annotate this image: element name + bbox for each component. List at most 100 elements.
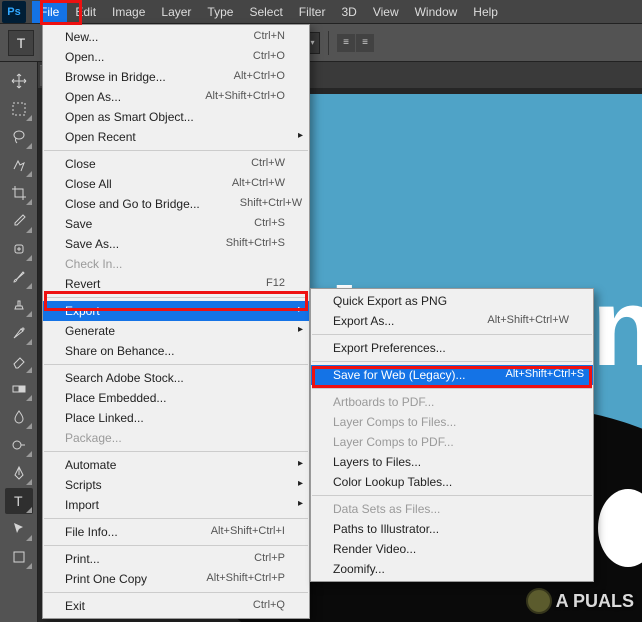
watermark-badge-icon <box>526 588 552 614</box>
gradient-tool[interactable] <box>5 376 33 402</box>
menu-item[interactable]: Zoomify... <box>311 559 593 579</box>
menu-item[interactable]: Search Adobe Stock... <box>43 368 309 388</box>
eraser-tool[interactable] <box>5 348 33 374</box>
menu-item[interactable]: Quick Export as PNG <box>311 291 593 311</box>
watermark-text: A PUALS <box>556 591 634 612</box>
menu-item-shortcut: Ctrl+Q <box>253 599 285 613</box>
blur-tool[interactable] <box>5 404 33 430</box>
menu-item-label: Search Adobe Stock... <box>65 371 184 385</box>
menu-item[interactable]: New...Ctrl+N <box>43 27 309 47</box>
menu-layer[interactable]: Layer <box>153 1 199 23</box>
menu-item[interactable]: Scripts <box>43 475 309 495</box>
rectangle-tool[interactable] <box>5 544 33 570</box>
menu-image[interactable]: Image <box>104 1 153 23</box>
brush-tool[interactable] <box>5 264 33 290</box>
menu-item-label: Quick Export as PNG <box>333 294 447 308</box>
menu-item-shortcut: Ctrl+S <box>254 217 285 231</box>
menu-item-shortcut: Alt+Ctrl+W <box>232 177 285 191</box>
menu-item-label: Export As... <box>333 314 394 328</box>
menu-item-shortcut: F12 <box>266 277 285 291</box>
menu-item[interactable]: SaveCtrl+S <box>43 214 309 234</box>
menu-item[interactable]: Open as Smart Object... <box>43 107 309 127</box>
menu-item-label: Place Linked... <box>65 411 144 425</box>
menu-item[interactable]: Share on Behance... <box>43 341 309 361</box>
menu-file[interactable]: File <box>32 1 67 23</box>
menu-item[interactable]: Revert F12 <box>43 274 309 294</box>
menu-item[interactable]: Place Linked... <box>43 408 309 428</box>
quick-select-tool[interactable] <box>5 152 33 178</box>
menu-item-label: Revert <box>65 277 100 291</box>
menu-item-label: New... <box>65 30 98 44</box>
align-center-button[interactable]: ≡ <box>356 34 374 52</box>
menu-item: Layer Comps to PDF... <box>311 432 593 452</box>
menu-filter[interactable]: Filter <box>291 1 334 23</box>
menu-item: Layer Comps to Files... <box>311 412 593 432</box>
menu-item-label: Print One Copy <box>65 572 147 586</box>
menu-item[interactable]: Import <box>43 495 309 515</box>
menu-item-label: Open As... <box>65 90 121 104</box>
menu-item-shortcut: Shift+Ctrl+S <box>226 237 285 251</box>
menu-item-label: Close <box>65 157 96 171</box>
menu-item[interactable]: Layers to Files... <box>311 452 593 472</box>
menu-item[interactable]: Browse in Bridge...Alt+Ctrl+O <box>43 67 309 87</box>
crop-tool[interactable] <box>5 180 33 206</box>
menu-item[interactable]: Export Preferences... <box>311 338 593 358</box>
eyedropper-tool[interactable] <box>5 208 33 234</box>
menu-item[interactable]: Paths to Illustrator... <box>311 519 593 539</box>
menu-item[interactable]: Close All Alt+Ctrl+W <box>43 174 309 194</box>
menu-item[interactable]: Open...Ctrl+O <box>43 47 309 67</box>
menu-item[interactable]: Place Embedded... <box>43 388 309 408</box>
menu-type[interactable]: Type <box>199 1 241 23</box>
tool-preset-picker[interactable]: T <box>8 30 34 56</box>
menu-item[interactable]: Export <box>43 301 309 321</box>
menu-item-label: Print... <box>65 552 100 566</box>
move-tool[interactable] <box>5 68 33 94</box>
menu-view[interactable]: View <box>365 1 407 23</box>
tools-panel: T <box>0 62 38 622</box>
menu-item-shortcut: Alt+Shift+Ctrl+O <box>205 90 285 104</box>
menu-item[interactable]: Print...Ctrl+P <box>43 549 309 569</box>
menu-item-label: Import <box>65 498 99 512</box>
menu-item[interactable]: Print One CopyAlt+Shift+Ctrl+P <box>43 569 309 589</box>
align-left-button[interactable]: ≡ <box>337 34 355 52</box>
healing-brush-tool[interactable] <box>5 236 33 262</box>
menu-item[interactable]: Export As...Alt+Shift+Ctrl+W <box>311 311 593 331</box>
pen-tool[interactable] <box>5 460 33 486</box>
menu-item[interactable]: Save As...Shift+Ctrl+S <box>43 234 309 254</box>
menu-item: Package... <box>43 428 309 448</box>
menu-item[interactable]: Open Recent <box>43 127 309 147</box>
menu-item[interactable]: File Info...Alt+Shift+Ctrl+I <box>43 522 309 542</box>
menu-item-label: Layer Comps to Files... <box>333 415 456 429</box>
menu-item-label: Layers to Files... <box>333 455 421 469</box>
menu-item[interactable]: Save for Web (Legacy)...Alt+Shift+Ctrl+S <box>311 365 593 385</box>
menu-item-label: Browse in Bridge... <box>65 70 166 84</box>
menu-item-label: Open as Smart Object... <box>65 110 194 124</box>
menu-3d[interactable]: 3D <box>333 1 364 23</box>
menu-item[interactable]: Render Video... <box>311 539 593 559</box>
menu-item[interactable]: Automate <box>43 455 309 475</box>
file-menu-dropdown: New...Ctrl+NOpen...Ctrl+OBrowse in Bridg… <box>42 24 310 619</box>
menu-item-shortcut: Shift+Ctrl+W <box>240 197 302 211</box>
menu-item-label: Open... <box>65 50 104 64</box>
clone-stamp-tool[interactable] <box>5 292 33 318</box>
menu-select[interactable]: Select <box>241 1 290 23</box>
path-select-tool[interactable] <box>5 516 33 542</box>
marquee-tool[interactable] <box>5 96 33 122</box>
type-tool[interactable]: T <box>5 488 33 514</box>
app-logo: Ps <box>2 1 26 23</box>
menu-item-label: Close All <box>65 177 112 191</box>
menu-window[interactable]: Window <box>407 1 466 23</box>
menu-item[interactable]: Close and Go to Bridge...Shift+Ctrl+W <box>43 194 309 214</box>
menu-item[interactable]: CloseCtrl+W <box>43 154 309 174</box>
menu-item[interactable]: ExitCtrl+Q <box>43 596 309 616</box>
menu-help[interactable]: Help <box>465 1 506 23</box>
menu-edit[interactable]: Edit <box>67 1 104 23</box>
menu-item-label: Package... <box>65 431 122 445</box>
lasso-tool[interactable] <box>5 124 33 150</box>
menu-item-shortcut: Alt+Shift+Ctrl+I <box>211 525 285 539</box>
menu-item[interactable]: Generate <box>43 321 309 341</box>
menu-item[interactable]: Color Lookup Tables... <box>311 472 593 492</box>
history-brush-tool[interactable] <box>5 320 33 346</box>
dodge-tool[interactable] <box>5 432 33 458</box>
menu-item[interactable]: Open As... Alt+Shift+Ctrl+O <box>43 87 309 107</box>
